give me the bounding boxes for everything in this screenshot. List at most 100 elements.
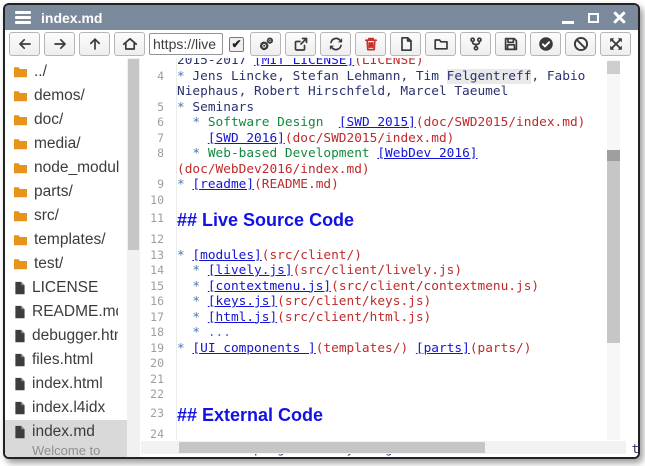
- sidebar-folder-parts[interactable]: parts/: [5, 180, 140, 204]
- code-text: [170, 356, 177, 372]
- open-external-button[interactable]: [285, 32, 316, 56]
- sidebar-folder-demos[interactable]: demos/: [5, 84, 140, 108]
- minimize-button[interactable]: [562, 21, 574, 24]
- sidebar-file-index.html[interactable]: index.html: [5, 372, 140, 396]
- code-line: 6 * Software Design [SWD 2015](doc/SWD20…: [140, 115, 638, 131]
- sidebar-folder-src[interactable]: src/: [5, 204, 140, 228]
- markdown-link[interactable]: [WebDev 2016]: [377, 146, 477, 161]
- folder-solid-icon: [12, 136, 29, 152]
- list-item[interactable]: index.md: [5, 420, 140, 444]
- folder-solid-icon: [12, 64, 29, 80]
- sidebar-scrollbar[interactable]: [127, 58, 140, 457]
- sidebar-scrollbar-thumb[interactable]: [128, 59, 139, 250]
- code-line: 22: [140, 387, 638, 403]
- sidebar-file-files.html[interactable]: files.html: [5, 348, 140, 372]
- window-menu-button[interactable]: [15, 11, 31, 24]
- markdown-link[interactable]: [readme]: [192, 177, 254, 192]
- list-item[interactable]: src/: [5, 204, 140, 228]
- reload-button[interactable]: [320, 32, 351, 56]
- maximize-button[interactable]: [588, 13, 599, 23]
- back-button[interactable]: [9, 32, 40, 56]
- sidebar-folder-nodemodules[interactable]: node_modules/: [5, 156, 140, 180]
- markdown-link[interactable]: [html.js]: [208, 310, 277, 325]
- markdown-link[interactable]: [modules]: [192, 248, 261, 263]
- scrollbar-top-marker[interactable]: [607, 61, 620, 74]
- item-label: demos/: [34, 87, 85, 105]
- line-number: 13: [140, 248, 170, 264]
- editor-vertical-scrollbar[interactable]: [607, 60, 620, 440]
- markdown-link[interactable]: [SWD 2015]: [339, 115, 416, 130]
- list-item[interactable]: debugger.html: [5, 324, 140, 348]
- sidebar-folder-templates[interactable]: templates/: [5, 228, 140, 252]
- line-number: 19: [140, 341, 170, 357]
- sidebar-file-index.md[interactable]: index.mdWelcome toLively 4: [5, 420, 140, 457]
- markdown-link[interactable]: [lively.js]: [208, 263, 293, 278]
- sidebar-folder-test[interactable]: test/: [5, 252, 140, 276]
- markdown-link[interactable]: [UI components ]: [192, 341, 315, 356]
- code-segment: *: [177, 115, 208, 130]
- sidebar-file-README.md[interactable]: README.md: [5, 300, 140, 324]
- list-item[interactable]: README.md: [5, 300, 140, 324]
- sidebar-folder-media[interactable]: media/: [5, 132, 140, 156]
- list-item[interactable]: test/: [5, 252, 140, 276]
- markdown-editor[interactable]: 2015-2017 [MIT LICENSE](LICENSE)4* Jens …: [140, 58, 638, 457]
- code-segment: (README.md): [254, 177, 339, 192]
- home-icon: [122, 36, 138, 52]
- home-button[interactable]: [114, 32, 145, 56]
- editor-horizontal-scrollbar-thumb[interactable]: [179, 442, 485, 453]
- save-button[interactable]: [495, 32, 526, 56]
- list-item[interactable]: demos/: [5, 84, 140, 108]
- code-segment: Jens Lincke, Stefan Lehmann, Tim: [192, 69, 446, 84]
- list-item[interactable]: index.l4idx: [5, 396, 140, 420]
- new-file-button[interactable]: [390, 32, 421, 56]
- list-item[interactable]: parts/: [5, 180, 140, 204]
- list-item[interactable]: media/: [5, 132, 140, 156]
- settings-button[interactable]: [250, 32, 281, 56]
- sidebar-file-LICENSE[interactable]: LICENSE: [5, 276, 140, 300]
- markdown-link[interactable]: [MIT LICENSE]: [254, 58, 354, 68]
- sidebar-folder-doc[interactable]: doc/: [5, 108, 140, 132]
- markdown-link[interactable]: [keys.js]: [208, 294, 277, 309]
- code-text: * [keys.js](src/client/keys.js): [170, 294, 431, 310]
- fullscreen-button[interactable]: [600, 32, 631, 56]
- code-text: * Web-based Development [WebDev 2016]: [170, 146, 478, 162]
- up-button[interactable]: [79, 32, 110, 56]
- code-line: 9* [readme](README.md): [140, 177, 638, 193]
- code-segment: (parts/): [470, 341, 532, 356]
- file-solid-icon: [12, 328, 27, 344]
- forward-button[interactable]: [44, 32, 75, 56]
- file-solid-icon: [12, 424, 27, 440]
- code-segment: 2015-2017: [177, 58, 254, 68]
- list-item[interactable]: ../: [5, 60, 140, 84]
- titlebar[interactable]: index.md: [5, 5, 638, 30]
- markdown-link[interactable]: [parts]: [416, 341, 470, 356]
- list-item[interactable]: templates/: [5, 228, 140, 252]
- list-item[interactable]: doc/: [5, 108, 140, 132]
- code-segment: * ...: [177, 325, 231, 340]
- markdown-link[interactable]: [contextmenu.js]: [208, 279, 331, 294]
- new-folder-button[interactable]: [425, 32, 456, 56]
- accept-button[interactable]: [530, 32, 561, 56]
- delete-button[interactable]: [355, 32, 386, 56]
- folder-icon: [433, 36, 449, 52]
- item-label: media/: [34, 135, 81, 153]
- cancel-button[interactable]: [565, 32, 596, 56]
- dependencies-checkbox[interactable]: ✔: [229, 37, 244, 52]
- list-item[interactable]: LICENSE: [5, 276, 140, 300]
- version-control-button[interactable]: [460, 32, 491, 56]
- markdown-link[interactable]: [SWD 2016]: [208, 131, 285, 146]
- list-item[interactable]: files.html: [5, 348, 140, 372]
- list-item[interactable]: node_modules/: [5, 156, 140, 180]
- sidebar-folder-..[interactable]: ../: [5, 60, 140, 84]
- folder-solid-icon: [12, 112, 29, 128]
- code-branch-icon: [468, 36, 484, 52]
- close-button[interactable]: [613, 11, 626, 24]
- list-item[interactable]: index.html: [5, 372, 140, 396]
- editor-horizontal-scrollbar[interactable]: [141, 441, 626, 454]
- sidebar-file-index.l4idx[interactable]: index.l4idx: [5, 396, 140, 420]
- sidebar-file-debugger.html[interactable]: debugger.html: [5, 324, 140, 348]
- line-number: 21: [140, 372, 170, 388]
- file-preview-line: Welcome to: [32, 444, 140, 457]
- editor-vertical-scrollbar-thumb[interactable]: [607, 150, 620, 343]
- url-input[interactable]: [149, 33, 223, 55]
